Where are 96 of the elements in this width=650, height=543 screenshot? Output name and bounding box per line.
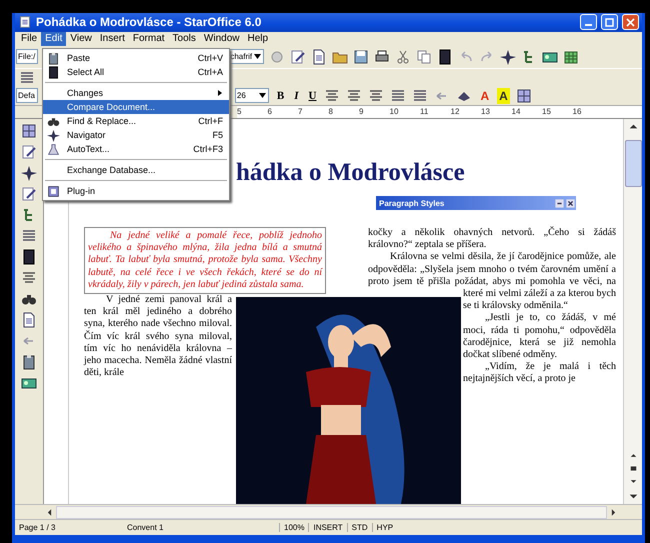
close-icon[interactable]	[565, 198, 576, 208]
menu-entry[interactable]: Navigator F5	[43, 128, 229, 142]
format-button[interactable]: B	[274, 88, 286, 104]
menu-item[interactable]: Window	[200, 32, 244, 46]
insert-mode: INSERT	[308, 523, 347, 532]
selection-mode: STD	[346, 523, 372, 532]
document-icon	[18, 15, 32, 30]
compass-star-icon[interactable]	[47, 128, 60, 142]
copy-icon[interactable]	[416, 48, 432, 64]
minimize-icon	[585, 24, 592, 26]
scroll-thumb[interactable]	[624, 140, 642, 187]
list-icon[interactable]	[21, 228, 37, 244]
body-paragraph: Královna se velmi děsila, že jí čarodějnice pomůže, ale odpověděla: „Slyšela jsem mnoho o tvém čarovném umění a proto jsem tě přišla požádat, abys mi pomohla ve věci, na které mi velmi záleží a za kterou bych se ti královsky odměnila.“	[368, 251, 616, 312]
format-button[interactable]: U	[306, 88, 318, 104]
ruler-number: 15	[542, 106, 552, 118]
format-button[interactable]: I	[292, 88, 301, 104]
url-field[interactable]: File:/	[16, 49, 38, 64]
close-button[interactable]	[622, 14, 639, 30]
font-size-field[interactable]: 26	[234, 88, 269, 104]
paragraph-style-field[interactable]: Defa	[16, 88, 38, 104]
maximize-button[interactable]	[601, 14, 618, 30]
menu-entry[interactable]: Compare Document...	[43, 100, 229, 114]
page-icon[interactable]	[437, 48, 454, 64]
pencil-page-icon[interactable]	[290, 48, 306, 64]
hyperlink-mode: HYP	[372, 523, 398, 532]
grid-icon[interactable]	[516, 88, 532, 104]
ruler-number: 13	[481, 106, 491, 118]
body-paragraph: kočky a několik ohavných netvorů. „Čeho si žádáš královno?“ zeptala se příšera.	[368, 227, 616, 252]
clipboard-icon[interactable]	[47, 52, 60, 64]
ruler-number: 16	[572, 106, 582, 118]
pencil-page-icon[interactable]	[21, 144, 37, 160]
menu-item[interactable]: View	[66, 32, 96, 46]
load-url-field[interactable]: chafrif	[228, 49, 264, 64]
page-icon[interactable]	[47, 66, 60, 78]
font-color-button[interactable]: A	[497, 88, 510, 104]
window-title: Paragraph Styles	[379, 198, 446, 208]
window-title: Pohádka o Modrovlásce - StarOffice 6.0	[36, 15, 262, 30]
ruler-number: 9	[359, 106, 364, 118]
menu-item[interactable]: Tools	[168, 32, 200, 46]
maximize-icon	[605, 18, 614, 27]
list-icon[interactable]	[412, 88, 428, 104]
menu-entry[interactable]: Changes	[43, 86, 229, 100]
close-icon	[626, 18, 635, 27]
list-icon[interactable]	[390, 88, 406, 104]
plug-in-icon[interactable]	[47, 184, 60, 198]
clipboard-icon[interactable]	[21, 354, 37, 370]
align-icon[interactable]	[368, 88, 384, 104]
body-paragraph: „Vidím, že je malá i těch nejtajnějších věcí, a proto je	[462, 361, 616, 386]
compass-star-icon[interactable]	[500, 48, 516, 64]
menu-entry[interactable]: Plug-in	[43, 184, 229, 198]
ruler-number: 6	[268, 106, 273, 118]
ruler-number: 12	[450, 106, 460, 118]
menu-entry[interactable]: Paste Ctrl+V	[43, 51, 229, 65]
horizontal-scrollbar[interactable]	[56, 506, 607, 518]
dropdown-caret-icon	[258, 93, 266, 98]
page-style: Convent 1	[126, 523, 164, 532]
ruler-number: 7	[298, 106, 304, 118]
ruler-number: 10	[390, 106, 400, 118]
menu-item[interactable]: Insert	[96, 32, 129, 46]
align-icon[interactable]	[324, 88, 340, 104]
menu-entry[interactable]: Find & Replace... Ctrl+F	[43, 114, 229, 128]
table-icon[interactable]	[563, 48, 580, 64]
document-heading: hádka o Modrovlásce	[236, 158, 466, 188]
grid-icon[interactable]	[21, 123, 37, 139]
align-icon[interactable]	[346, 88, 362, 104]
minimize-button[interactable]	[580, 14, 597, 30]
dropdown-caret-icon	[254, 54, 262, 59]
document-icon[interactable]	[311, 48, 328, 64]
paragraph-styles-window[interactable]: Paragraph Styles	[376, 196, 576, 210]
page-indicator: Page 1 / 3	[18, 523, 56, 532]
flask-icon[interactable]	[47, 142, 60, 156]
submenu-arrow-icon	[217, 89, 223, 97]
body-paragraph: V jedné zemi panoval král a ten král měl jediného a dobrého syna, kterého nade všechno miloval. Čím víc král svého syna miloval, tím víc ho nenáviděla královna – jeho macecha. Neměla žádné vlastní děti, krále	[84, 294, 233, 380]
ruler-number: 14	[512, 106, 522, 118]
menu-entry[interactable]: Select All Ctrl+A	[43, 65, 229, 79]
menu-item[interactable]: Edit	[41, 32, 66, 46]
menu-item[interactable]: Format	[128, 32, 169, 46]
menu-entry[interactable]: Exchange Database...	[43, 163, 229, 177]
page-icon[interactable]	[21, 249, 37, 265]
menu-item[interactable]: Help	[243, 32, 272, 46]
ruler-number: 11	[420, 106, 430, 118]
document-icon[interactable]	[21, 312, 37, 328]
align-icon[interactable]	[21, 270, 37, 286]
menu-item[interactable]: File	[17, 32, 42, 46]
font-color-button[interactable]: A	[478, 88, 492, 104]
zoom-level: 100%	[279, 523, 308, 532]
list-icon[interactable]	[19, 70, 35, 86]
ruler-number: 8	[328, 106, 334, 118]
menu-entry[interactable]: AutoText... Ctrl+F3	[43, 142, 229, 156]
quote-paragraph: Na jedné veliké a pomalé řece, poblíž jednoho velikého a špinavého mlýna, žila jedna bílá a smutná labuť. Ta labuť byla smutná, protože byla sama. Všechny labutě, na celé řece i ve všech řekách, které se do ní vkrádaly, žily v párech, jen labuť jediná zůstala sama.	[84, 227, 326, 294]
body-paragraph: „Jestli je to, co žádáš, v mé moci, ráda ti pomohu,“ odpověděla čarodějnice, která se již nemohla dočkat slíbené odměny.	[462, 312, 616, 362]
pencil-page-icon[interactable]	[21, 186, 37, 202]
printer-icon[interactable]	[374, 48, 390, 64]
compass-star-icon[interactable]	[21, 165, 37, 181]
scissors-icon[interactable]	[395, 48, 412, 64]
ruler-number: 5	[237, 106, 242, 118]
